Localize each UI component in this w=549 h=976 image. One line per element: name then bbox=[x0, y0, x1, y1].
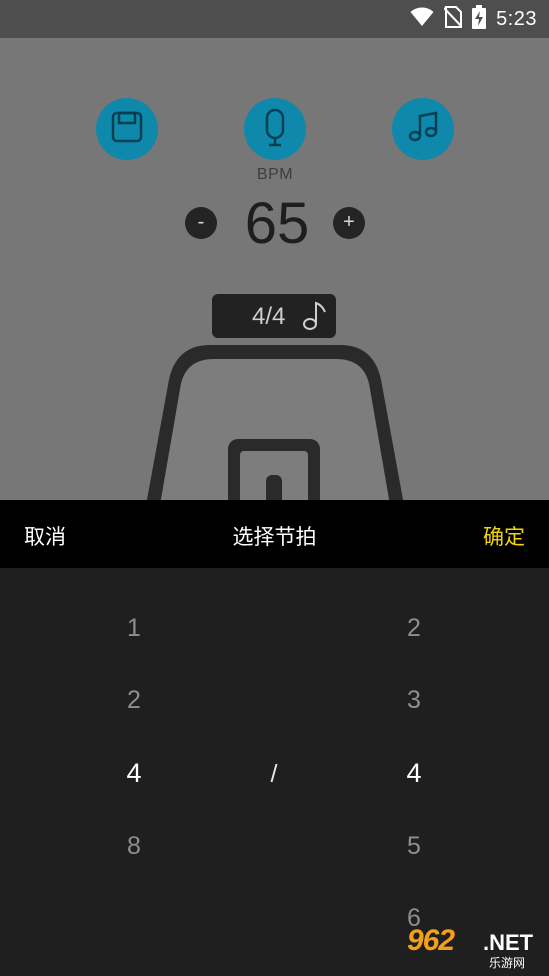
battery-charging-icon bbox=[472, 4, 487, 34]
dialog-header: 取消 选择节拍 确定 bbox=[0, 500, 549, 568]
picker-option[interactable]: 5 bbox=[384, 832, 444, 861]
mic-icon bbox=[260, 107, 290, 152]
bpm-value: 65 bbox=[244, 191, 310, 256]
music-note-icon bbox=[302, 300, 328, 337]
watermark: 962 .NET 乐游网 bbox=[407, 924, 545, 972]
picker-option[interactable]: 2 bbox=[104, 686, 164, 715]
music-notes-icon bbox=[406, 110, 440, 149]
bpm-label: BPM bbox=[256, 166, 294, 183]
watermark-brand: 962 bbox=[407, 924, 455, 957]
picker-option-selected[interactable]: 4 bbox=[104, 758, 164, 789]
watermark-suffix: .NET bbox=[483, 930, 534, 955]
increase-bpm-button[interactable]: + bbox=[333, 207, 365, 239]
decrease-bpm-button[interactable]: - bbox=[185, 207, 217, 239]
picker-option[interactable]: 3 bbox=[384, 686, 444, 715]
music-library-button[interactable] bbox=[392, 98, 454, 160]
picker-option[interactable]: 8 bbox=[104, 832, 164, 861]
status-icons: 5:23 bbox=[410, 4, 537, 34]
picker-separator: / bbox=[270, 760, 278, 788]
save-button[interactable] bbox=[96, 98, 158, 160]
time-signature-picker[interactable]: 1 2 4 8 / 2 3 4 5 6 962 .NET 乐游网 bbox=[0, 568, 549, 976]
status-bar: 5:23 bbox=[0, 0, 549, 38]
time-signature-value: 4/4 bbox=[252, 303, 286, 330]
wifi-icon bbox=[410, 7, 434, 32]
picker-option[interactable]: 2 bbox=[384, 614, 444, 643]
record-button[interactable] bbox=[244, 98, 306, 160]
confirm-button[interactable]: 确定 bbox=[483, 521, 525, 551]
no-sim-icon bbox=[443, 5, 463, 33]
metronome-body bbox=[146, 345, 404, 505]
picker-option[interactable]: 1 bbox=[104, 614, 164, 643]
watermark-subtitle: 乐游网 bbox=[489, 956, 526, 970]
time-signature-button[interactable]: 4/4 bbox=[212, 294, 336, 338]
save-icon bbox=[110, 110, 144, 149]
dialog-title: 选择节拍 bbox=[232, 526, 317, 549]
status-time: 5:23 bbox=[496, 7, 537, 30]
picker-option-selected[interactable]: 4 bbox=[384, 758, 444, 789]
